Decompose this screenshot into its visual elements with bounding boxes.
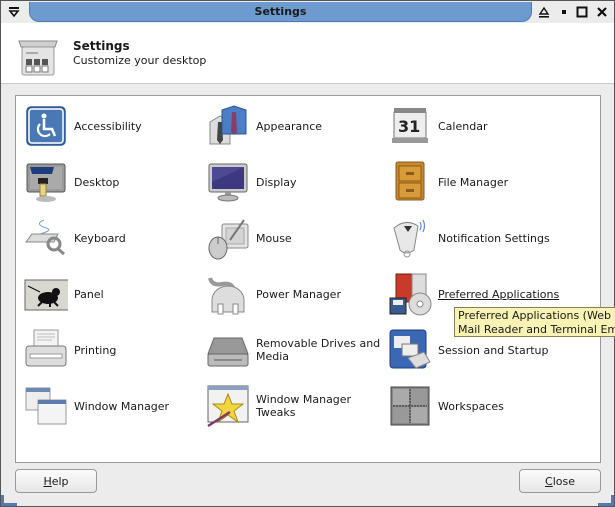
- settings-item-label: Accessibility: [74, 119, 142, 133]
- settings-item-label: Preferred Applications: [438, 287, 560, 301]
- settings-item-display[interactable]: Display: [206, 158, 388, 206]
- close-icon: [597, 7, 607, 17]
- window-manager-icon: [25, 387, 67, 425]
- settings-item-desktop[interactable]: Desktop: [24, 158, 206, 206]
- tooltip-line-1: Preferred Applications (Web Browser,: [458, 309, 615, 322]
- display-icon: [208, 163, 248, 202]
- title-bar[interactable]: Settings: [1, 1, 614, 23]
- removable-drive-icon: [207, 337, 249, 367]
- appearance-icon: [209, 105, 247, 145]
- help-label: elp: [51, 475, 69, 488]
- settings-item-label: Keyboard: [74, 231, 126, 245]
- header-title: Settings: [73, 39, 130, 53]
- settings-item-accessibility[interactable]: Accessibility: [24, 102, 206, 150]
- settings-item-appearance[interactable]: Appearance: [206, 102, 388, 150]
- keyboard-icon: [25, 219, 65, 256]
- resize-corner-left[interactable]: [1, 495, 17, 506]
- settings-item-label: Notification Settings: [438, 231, 550, 245]
- help-button[interactable]: Help: [15, 469, 97, 493]
- settings-item-label: Printing: [74, 343, 117, 357]
- settings-item-label: Panel: [74, 287, 104, 301]
- notification-icon: [393, 219, 426, 258]
- accessibility-icon: [26, 106, 66, 146]
- window-menu-icon: [8, 7, 20, 18]
- minimize-icon: [562, 10, 566, 14]
- settings-item-window-manager-tweaks[interactable]: Window Manager Tweaks: [206, 382, 388, 430]
- settings-item-mouse[interactable]: Mouse: [206, 214, 388, 262]
- settings-item-printing[interactable]: Printing: [24, 326, 206, 374]
- settings-grid: Accessibility Appearance 31 Calendar Desktop…: [15, 95, 601, 463]
- settings-item-label: Mouse: [256, 231, 292, 245]
- settings-item-workspaces[interactable]: Workspaces: [388, 382, 570, 430]
- maximize-icon: [576, 6, 588, 18]
- close-mnemonic: C: [545, 475, 553, 488]
- settings-item-label: Window Manager: [74, 399, 170, 413]
- tooltip-line-2: Mail Reader and Terminal Emulator): [458, 323, 615, 336]
- settings-icon: [18, 40, 58, 76]
- settings-item-label: Display: [256, 175, 297, 189]
- help-mnemonic: H: [43, 475, 52, 488]
- settings-item-power-manager[interactable]: Power Manager: [206, 270, 388, 318]
- settings-item-label: Workspaces: [438, 399, 504, 413]
- file-manager-icon: [395, 161, 425, 201]
- printer-icon: [25, 329, 67, 367]
- desktop-icon: [26, 163, 66, 202]
- settings-item-window-manager[interactable]: Window Manager: [24, 382, 206, 430]
- shade-button[interactable]: [535, 3, 553, 21]
- settings-item-file-manager[interactable]: File Manager: [388, 158, 570, 206]
- settings-item-calendar[interactable]: 31 Calendar: [388, 102, 570, 150]
- tooltip: Preferred Applications (Web Browser, Mai…: [454, 307, 615, 337]
- svg-text:31: 31: [398, 117, 420, 136]
- preferred-applications-icon: [389, 273, 432, 316]
- panel-icon: [24, 279, 68, 311]
- workspaces-icon: [390, 386, 430, 426]
- settings-item-removable-drives-and-media[interactable]: Removable Drives and Media: [206, 326, 388, 374]
- settings-item-label: Desktop: [74, 175, 120, 189]
- window-manager-tweaks-icon: [207, 385, 249, 428]
- header-subtitle: Customize your desktop: [73, 54, 207, 67]
- dialog-header: Settings Customize your desktop: [1, 23, 614, 84]
- settings-item-label: Removable Drives and Media: [256, 337, 381, 363]
- session-startup-icon: [389, 329, 431, 369]
- window-menu-button[interactable]: [5, 3, 23, 21]
- settings-item-label: File Manager: [438, 175, 509, 189]
- settings-window: Settings Settings Customize your desktop…: [0, 0, 615, 507]
- minimize-button[interactable]: [555, 3, 573, 21]
- mouse-icon: [208, 219, 249, 260]
- settings-item-panel[interactable]: Panel: [24, 270, 206, 318]
- calendar-icon: 31: [392, 108, 428, 143]
- maximize-button[interactable]: [573, 3, 591, 21]
- close-label: lose: [552, 475, 575, 488]
- window-title: Settings: [29, 2, 532, 22]
- settings-item-label: Session and Startup: [438, 343, 549, 357]
- shade-icon: [538, 6, 550, 18]
- close-window-button[interactable]: [593, 3, 611, 21]
- power-manager-icon: [208, 277, 245, 315]
- settings-item-label: Appearance: [256, 119, 323, 133]
- settings-item-label: Window Manager Tweaks: [256, 393, 352, 419]
- settings-item-keyboard[interactable]: Keyboard: [24, 214, 206, 262]
- resize-corner-right[interactable]: [598, 495, 614, 506]
- settings-item-label: Calendar: [438, 119, 488, 133]
- settings-item-notification-settings[interactable]: Notification Settings: [388, 214, 570, 262]
- settings-item-label: Power Manager: [256, 287, 341, 301]
- close-button[interactable]: Close: [519, 469, 601, 493]
